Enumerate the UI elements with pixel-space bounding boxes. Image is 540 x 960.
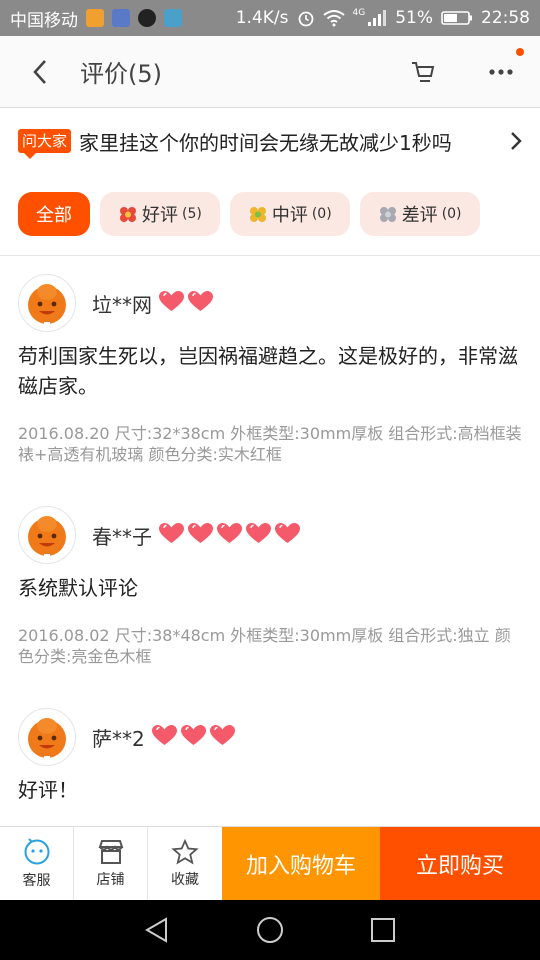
filter-negative[interactable]: 差评 (0) [359, 192, 480, 236]
heart-icon [187, 522, 214, 548]
filter-label: 中评 [271, 205, 308, 226]
flower-yellow-icon [249, 207, 266, 222]
flower-gray-icon [379, 207, 396, 222]
taobao-mascot-icon [28, 516, 66, 558]
customer-service-button[interactable]: 客服 [0, 827, 74, 900]
alarm-icon [298, 11, 313, 27]
ask-everyone-row[interactable]: 问大家 家里挂这个你的时间会无缘无故减少1秒吗 [0, 108, 540, 174]
avatar [18, 708, 76, 766]
review-meta: 2016.08.02 尺寸:38*48cm 外框类型:30mm厚板 组合形式:独… [18, 626, 511, 666]
notification-dot [516, 47, 524, 56]
shop-label: 店铺 [96, 871, 125, 888]
review-header: 萨**2 [18, 707, 524, 767]
review-text: 系统默认评论 [18, 576, 138, 600]
ask-badge: 问大家 [18, 129, 72, 159]
wifi-icon [322, 10, 345, 27]
add-to-cart-button[interactable]: 加入购物车 [222, 827, 380, 900]
heart-icon [180, 724, 207, 750]
review-meta: 2016.08.20 尺寸:32*38cm 外框类型:30mm厚板 组合形式:高… [18, 424, 522, 464]
nav-recents-icon[interactable] [368, 915, 398, 945]
heart-icon [151, 724, 178, 750]
status-right: 1.4K/s 4G 51% 22:58 [236, 8, 530, 28]
filter-label: 差评 [401, 205, 438, 226]
nav-back-icon[interactable] [142, 915, 172, 945]
reviewer-name: 萨**2 [92, 726, 145, 751]
system-nav-bar [0, 900, 540, 960]
heart-icon [216, 522, 243, 548]
network-type: 4G [352, 8, 366, 18]
review-item: 春**子 系统默认评论 2016.08.02 尺寸:38*48cm 外框类型:3… [18, 505, 524, 667]
battery-icon [441, 11, 472, 25]
back-button[interactable] [0, 36, 80, 108]
review-header: 春**子 [18, 505, 524, 565]
avatar [18, 274, 76, 332]
status-bar: 中国移动 1.4K/s 4G 51% 22:58 [0, 0, 540, 36]
buy-now-button[interactable]: 立即购买 [380, 827, 540, 900]
top-bar: 评价(5) [0, 36, 540, 108]
heart-icon [158, 522, 185, 548]
ask-question: 家里挂这个你的时间会无缘无故减少1秒吗 [79, 130, 452, 155]
app-notification-icon [86, 9, 104, 27]
network-speed: 1.4K/s [235, 8, 289, 28]
service-label: 客服 [22, 872, 51, 889]
divider [0, 255, 540, 256]
page-title: 评价(5) [80, 60, 162, 88]
shop-button[interactable]: 店铺 [74, 827, 148, 900]
filter-positive[interactable]: 好评 (5) [100, 192, 220, 236]
cart-icon [412, 61, 435, 82]
app-notification-icon [112, 9, 130, 27]
review-header: 垃**网 [18, 273, 524, 333]
reviewer-name: 垃**网 [92, 292, 152, 317]
clock: 22:58 [481, 8, 530, 28]
status-left: 中国移动 [10, 6, 182, 31]
rating-hearts [151, 724, 236, 750]
filter-count: (0) [311, 206, 332, 222]
flower-red-icon [120, 207, 136, 222]
star-icon [171, 838, 199, 864]
filter-neutral[interactable]: 中评 (0) [229, 192, 350, 236]
avatar [18, 506, 76, 564]
signal-icon [368, 10, 387, 26]
gallery-icon [164, 9, 182, 27]
heart-icon [187, 290, 214, 316]
chat-icon [24, 837, 49, 864]
chevron-left-icon [33, 59, 46, 84]
chevron-right-icon [498, 131, 522, 151]
heart-icon [158, 290, 185, 316]
filter-chips: 全部 好评 (5) 中评 (0) 差评 (0) [18, 192, 480, 236]
review-item: 萨**2 好评！ [18, 707, 524, 805]
cart-button[interactable] [384, 36, 462, 108]
shop-icon [98, 839, 123, 864]
filter-label: 好评 [142, 205, 178, 226]
favorite-button[interactable]: 收藏 [148, 827, 222, 900]
heart-icon [209, 724, 236, 750]
reviewer-name: 春**子 [92, 524, 152, 549]
rating-hearts [158, 290, 214, 316]
nav-home-icon[interactable] [255, 915, 285, 945]
battery-percent: 51% [395, 8, 433, 28]
rating-hearts [158, 522, 301, 548]
more-icon [489, 68, 513, 75]
favorite-label: 收藏 [171, 871, 199, 888]
carrier-label: 中国移动 [10, 10, 78, 31]
review-item: 垃**网 苟利国家生死以，岂因祸福避趋之。这是极好的，非常滋磁店家。 2016.… [18, 273, 524, 465]
bottom-action-bar: 客服 店铺 收藏 加入购物车 立即购买 [0, 826, 540, 900]
taobao-mascot-icon [28, 718, 66, 760]
heart-icon [274, 522, 301, 548]
filter-all[interactable]: 全部 [18, 192, 90, 236]
qq-icon [138, 9, 156, 27]
filter-count: (5) [182, 206, 202, 222]
review-text: 苟利国家生死以，岂因祸福避趋之。这是极好的，非常滋磁店家。 [18, 344, 518, 398]
heart-icon [245, 522, 272, 548]
more-button[interactable] [462, 36, 540, 108]
filter-count: (0) [441, 206, 462, 222]
review-text: 好评！ [18, 778, 78, 802]
filter-label: 全部 [36, 205, 72, 226]
taobao-mascot-icon [28, 284, 66, 326]
